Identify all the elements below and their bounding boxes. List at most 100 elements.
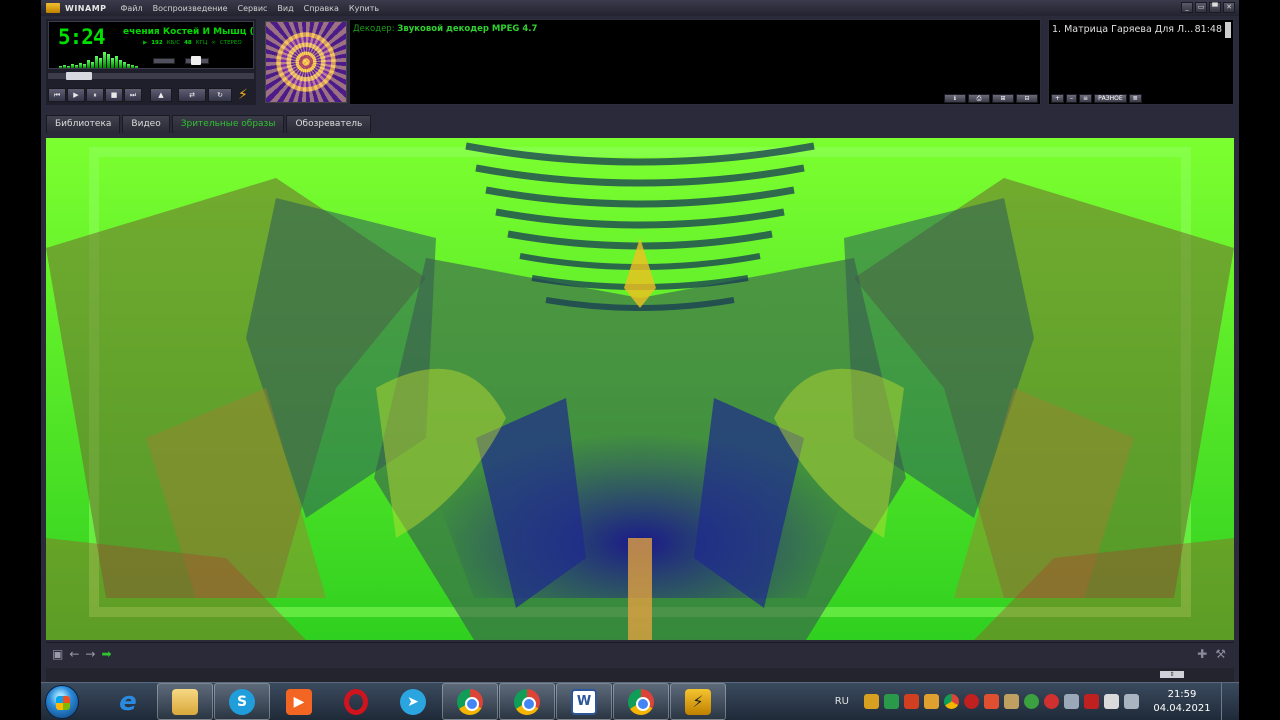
winamp-logo-icon[interactable] [46, 3, 60, 13]
taskbar-app-chrome-1[interactable] [442, 683, 498, 720]
back-arrow-icon[interactable]: ← [69, 647, 79, 661]
visualization-art [46, 138, 1234, 640]
wrench-icon[interactable]: ⚒ [1215, 647, 1226, 661]
shuffle-button[interactable]: ⇄ [178, 88, 206, 102]
info-buttons: ℹ ⎙ ⊞ ⊟ [944, 94, 1038, 103]
tray-record-icon[interactable] [964, 694, 979, 709]
menu-playback[interactable]: Воспроизведение [153, 4, 228, 13]
lightning-icon[interactable]: ⚡ [238, 87, 248, 103]
menu-view[interactable]: Вид [277, 4, 293, 13]
taskbar-app-chrome-3[interactable] [613, 683, 669, 720]
menu-help[interactable]: Справка [304, 4, 339, 13]
menu-buy[interactable]: Купить [349, 4, 379, 13]
previous-button[interactable]: ⏮ [48, 88, 66, 102]
repeat-button[interactable]: ↻ [208, 88, 232, 102]
spectrum-bar [111, 58, 114, 68]
playlist-misc-button[interactable]: РАЗНОЕ [1094, 94, 1127, 103]
restore-button[interactable]: ▭ [1195, 2, 1207, 13]
menu-file[interactable]: Файл [121, 4, 143, 13]
chrome-icon [514, 688, 540, 715]
playlist-item-title: 1. Матрица Гаряева Для Л... [1052, 24, 1194, 35]
show-desktop-button[interactable] [1221, 683, 1233, 720]
taskbar-app-skype[interactable]: S [214, 683, 270, 720]
stop-button[interactable]: ■ [105, 88, 123, 102]
monitor-icon[interactable]: ▣ [52, 647, 63, 661]
playlist-scrollbar[interactable] [1225, 22, 1231, 38]
brand-title: WINAMP [65, 3, 107, 13]
info-button-3[interactable]: ⊞ [992, 94, 1014, 103]
close-button[interactable]: ✕ [1223, 2, 1235, 13]
menubar: WINAMP Файл Воспроизведение Сервис Вид С… [41, 0, 1239, 16]
spectrum-bar [95, 56, 98, 68]
spectrum-bar [79, 63, 82, 68]
info-button-1[interactable]: ℹ [944, 94, 966, 103]
playlist-select-button[interactable]: ≡ [1079, 94, 1093, 103]
player-panel: 5:24 ечения Костей И Мышц (81:48) ▶ 192 … [46, 19, 256, 105]
visualization-canvas[interactable] [46, 138, 1234, 640]
next-preset-icon[interactable]: ➡ [101, 647, 111, 661]
play-button[interactable]: ▶ [67, 88, 85, 102]
taskbar-app-explorer[interactable] [157, 683, 213, 720]
taskbar-app-chrome-2[interactable] [499, 683, 555, 720]
viz-nav-controls: ▣ ← → ➡ [52, 647, 112, 661]
clock-time: 21:59 [1167, 688, 1197, 700]
album-art[interactable] [265, 21, 347, 103]
power-icon[interactable] [1124, 694, 1139, 709]
playlist-add-button[interactable]: + [1051, 94, 1065, 103]
spectrum-bar [123, 62, 126, 68]
tray-antivirus-icon[interactable] [1044, 694, 1059, 709]
start-button[interactable] [45, 685, 79, 719]
menu-tools[interactable]: Сервис [238, 4, 268, 13]
balance-thumb[interactable] [191, 56, 201, 65]
taskbar-app-winamp[interactable]: ⚡ [670, 683, 726, 720]
tab-video[interactable]: Видео [122, 115, 170, 133]
eject-button[interactable]: ▲ [150, 88, 172, 102]
bitrate-value: 192 [151, 40, 163, 46]
next-button[interactable]: ⏭ [124, 88, 142, 102]
taskbar-app-media-player[interactable]: ▶ [271, 683, 327, 720]
playlist-remove-button[interactable]: – [1066, 94, 1078, 103]
taskbar-app-opera[interactable] [328, 683, 384, 720]
action-center-flag-icon[interactable] [1084, 694, 1099, 709]
spectrum-bar [67, 66, 70, 68]
tab-browser[interactable]: Обозреватель [286, 115, 372, 133]
tray-box-icon[interactable] [1004, 694, 1019, 709]
minimize-button[interactable]: _ [1181, 2, 1193, 13]
system-tray: RU 21:59 04.04.2021 [835, 683, 1233, 720]
pause-button[interactable]: ⏸ [86, 88, 104, 102]
display-icon[interactable] [1104, 694, 1119, 709]
tab-visualization[interactable]: Зрительные образы [171, 115, 285, 133]
seek-thumb[interactable] [66, 72, 92, 80]
forward-arrow-icon[interactable]: → [85, 647, 95, 661]
spectrum-bar [59, 66, 62, 68]
volume-icon[interactable] [1064, 694, 1079, 709]
tray-shield-icon[interactable] [984, 694, 999, 709]
tray-app-icon[interactable] [904, 694, 919, 709]
clock-date: 04.04.2021 [1153, 702, 1211, 714]
volume-slider[interactable] [153, 58, 175, 64]
playlist-item[interactable]: 1. Матрица Гаряева Для Л... 81:48 [1052, 24, 1222, 35]
playlist-list-button[interactable]: ≣ [1128, 94, 1142, 103]
spectrum-bar [115, 56, 118, 68]
resize-handle[interactable]: ⇕ [1160, 671, 1184, 678]
puzzle-icon[interactable]: ✚ [1197, 647, 1207, 661]
system-clock[interactable]: 21:59 04.04.2021 [1152, 688, 1212, 716]
info-button-2[interactable]: ⎙ [968, 94, 990, 103]
stereo-icon: ∞ [211, 40, 216, 46]
elapsed-time[interactable]: 5:24 [58, 25, 106, 49]
spectrum-analyzer[interactable] [59, 50, 143, 68]
tray-folder-icon[interactable] [924, 694, 939, 709]
tray-network-icon[interactable] [884, 694, 899, 709]
info-button-4[interactable]: ⊟ [1016, 94, 1038, 103]
taskbar-app-telegram[interactable]: ➤ [385, 683, 441, 720]
taskbar-app-ie[interactable]: e [100, 683, 156, 720]
tray-check-icon[interactable] [1024, 694, 1039, 709]
telegram-icon: ➤ [400, 688, 426, 715]
taskbar-app-word[interactable]: W [556, 683, 612, 720]
language-indicator[interactable]: RU [835, 696, 849, 707]
spectrum-bar [99, 58, 102, 68]
tray-winamp-icon[interactable] [864, 694, 879, 709]
shade-button[interactable]: ▀ [1209, 2, 1221, 13]
tray-chrome-icon[interactable] [944, 694, 959, 709]
tab-library[interactable]: Библиотека [46, 115, 121, 133]
